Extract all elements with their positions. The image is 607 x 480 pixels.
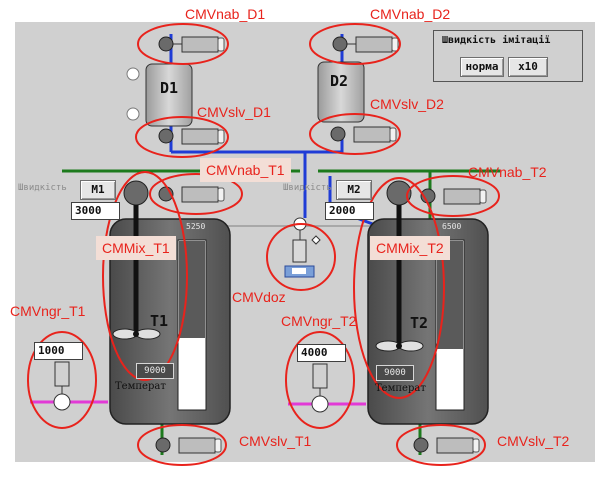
tank-t1-speed-label: Швидкість [18,183,67,193]
tank-t2-temp-label: Температ [375,383,426,394]
valve-slv-d1-icon[interactable] [158,128,225,145]
valve-nab-d1-icon[interactable] [158,36,225,53]
callout-label-slv-d2: CMVslv_D2 [370,96,444,112]
callout-label-mix-t2: CMMix_T2 [370,236,450,260]
valve-nab-d2-icon[interactable] [332,36,399,53]
callout-label-nab-t2: CMVnab_T2 [468,164,547,180]
motor-m2-button[interactable]: M2 [336,180,372,200]
tank-t1-temp-value: 9000 [136,363,174,379]
speed-x10-button[interactable]: x10 [508,57,548,77]
motor-m1-speed-field[interactable]: 3000 [71,202,120,220]
tank-t1-temp-label: Температ [115,381,166,392]
valve-slv-t2-icon[interactable] [413,437,480,454]
heater-t1-power-field[interactable]: 1000 [34,342,83,360]
heater-t2-power-field[interactable]: 4000 [297,344,346,362]
callout-label-mix-t1: CMMix_T1 [96,236,176,260]
doser-d2-vessel[interactable] [317,61,365,123]
tank-t2-temp-value: 9000 [376,365,414,381]
valve-slv-t1-icon[interactable] [155,437,222,454]
callout-label-doz: CMVdoz [232,289,286,305]
valve-nab-t2-icon[interactable] [420,188,487,205]
callout-label-nab-t1: CMVnab_T1 [200,158,291,182]
tank-t1-level-value: 5250 [186,222,206,231]
callout-label-ngr-t1: CMVngr_T1 [10,303,86,319]
tank-t2-speed-label: Швидкість [283,183,332,193]
motor-m2-speed-field[interactable]: 2000 [325,202,374,220]
motor-m1-button[interactable]: M1 [80,180,116,200]
tank-t2-level-value: 6500 [442,222,462,231]
doser-d1-label: D1 [160,79,179,97]
valve-slv-d2-icon[interactable] [330,126,397,143]
speed-normal-button[interactable]: норма [460,57,504,77]
callout-label-slv-d1: CMVslv_D1 [197,104,271,120]
callout-label-slv-t2: CMVslv_T2 [497,433,570,449]
callout-label-ngr-t2: CMVngr_T2 [281,313,357,329]
simulation-speed-title: Швидкість імітації [442,35,551,46]
doser-d2-label: D2 [330,72,349,90]
doser-d1-top-sensor-icon [126,67,140,81]
doser-d1-bottom-sensor-icon [126,107,140,121]
tank-t1-label: T1 [150,312,169,330]
tank-t2-label: T2 [410,314,429,332]
callout-label-slv-t1: CMVslv_T1 [239,433,312,449]
callout-label-nab-d1: CMVnab_D1 [185,6,266,22]
callout-label-nab-d2: CMVnab_D2 [370,6,451,22]
